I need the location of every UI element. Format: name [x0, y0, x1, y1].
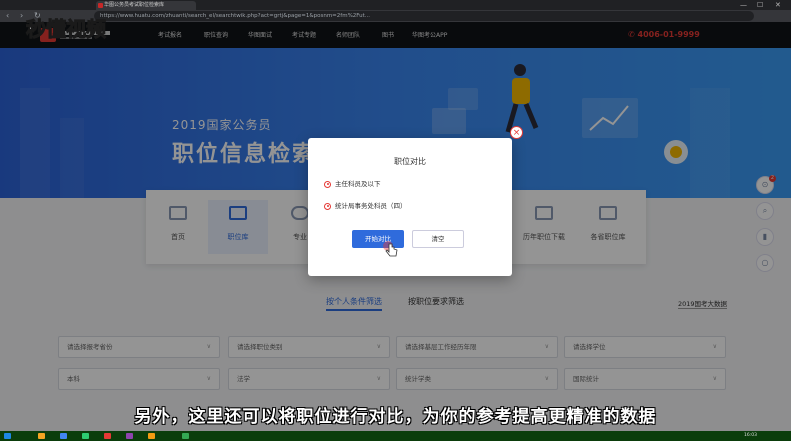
hand-pointer-icon — [383, 241, 398, 257]
close-window-icon[interactable]: ✕ — [775, 0, 781, 10]
compare-option-2[interactable]: 统计局事务处科员（四） — [324, 200, 407, 210]
compare-option-1[interactable]: 主任科员及以下 — [324, 178, 381, 188]
clock: 16:03 — [744, 433, 757, 438]
explorer-icon[interactable] — [38, 433, 45, 439]
wechat-icon[interactable] — [82, 433, 89, 439]
forward-icon[interactable]: › — [20, 11, 23, 21]
video-watermark-logo: 秒懂视频 — [26, 17, 107, 42]
close-icon[interactable]: × — [510, 126, 523, 139]
app-icon[interactable] — [148, 433, 155, 439]
minimize-icon[interactable]: — — [740, 0, 747, 10]
browser-tab-bar: 华图公务员考试职位检索库 — ☐ ✕ — [0, 0, 791, 10]
address-bar[interactable]: https://www.huatu.com/zhuanti/search_el/… — [94, 11, 754, 21]
screen: 华图公务员考试职位检索库 — ☐ ✕ ‹ › ↻ https://www.hua… — [0, 0, 791, 441]
maximize-icon[interactable]: ☐ — [757, 0, 763, 10]
site-favicon-icon — [98, 3, 103, 8]
browser-tab[interactable]: 华图公务员考试职位检索库 — [96, 1, 196, 10]
app-icon[interactable] — [104, 433, 111, 439]
back-icon[interactable]: ‹ — [6, 11, 9, 21]
app-icon[interactable] — [126, 433, 133, 439]
windows-taskbar: 16:03 — [0, 431, 791, 441]
browser-tab-title: 华图公务员考试职位检索库 — [104, 2, 165, 8]
watermark-text: 秒懂视频 — [26, 17, 106, 41]
compare-dialog: × 职位对比 主任科员及以下 统计局事务处科员（四） 开始对比 清空 — [308, 126, 523, 276]
remove-circle-icon[interactable] — [324, 202, 331, 210]
browser-icon[interactable] — [60, 433, 67, 439]
dialog-title: 职位对比 — [394, 157, 426, 166]
website: 考试报名 职位查询 华图面试 考试专题 名师团队 图书 华图考公APP ✆ 40… — [0, 22, 791, 431]
start-icon[interactable] — [4, 433, 11, 439]
chrome-icon[interactable] — [182, 433, 189, 439]
video-subtitle: 另外，这里还可以将职位进行对比，为你的参考提高更精准的数据 — [134, 407, 657, 427]
remove-circle-icon[interactable] — [324, 180, 331, 188]
clear-button[interactable]: 清空 — [412, 230, 464, 248]
